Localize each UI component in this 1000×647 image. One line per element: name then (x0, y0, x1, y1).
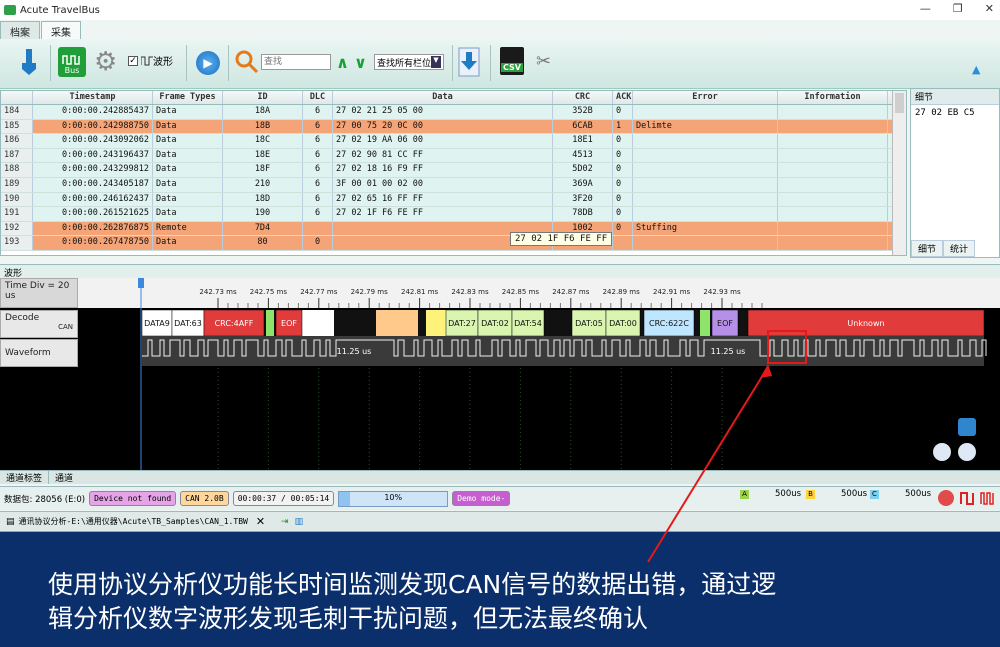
caption-line-2: 辑分析仪数字波形发现毛刺干扰问题，但无法最终确认 (48, 604, 649, 633)
glitch-highlight-box (767, 330, 807, 364)
caption: 使用协议分析仪功能长时间监测发现CAN信号的数据出错，通过逻 辑分析仪数字波形发… (48, 568, 948, 636)
caption-line-1: 使用协议分析仪功能长时间监测发现CAN信号的数据出错，通过逻 (48, 570, 777, 599)
annotation-arrow (647, 369, 767, 563)
arrow-head (760, 364, 772, 378)
annotation-overlay (647, 330, 807, 563)
